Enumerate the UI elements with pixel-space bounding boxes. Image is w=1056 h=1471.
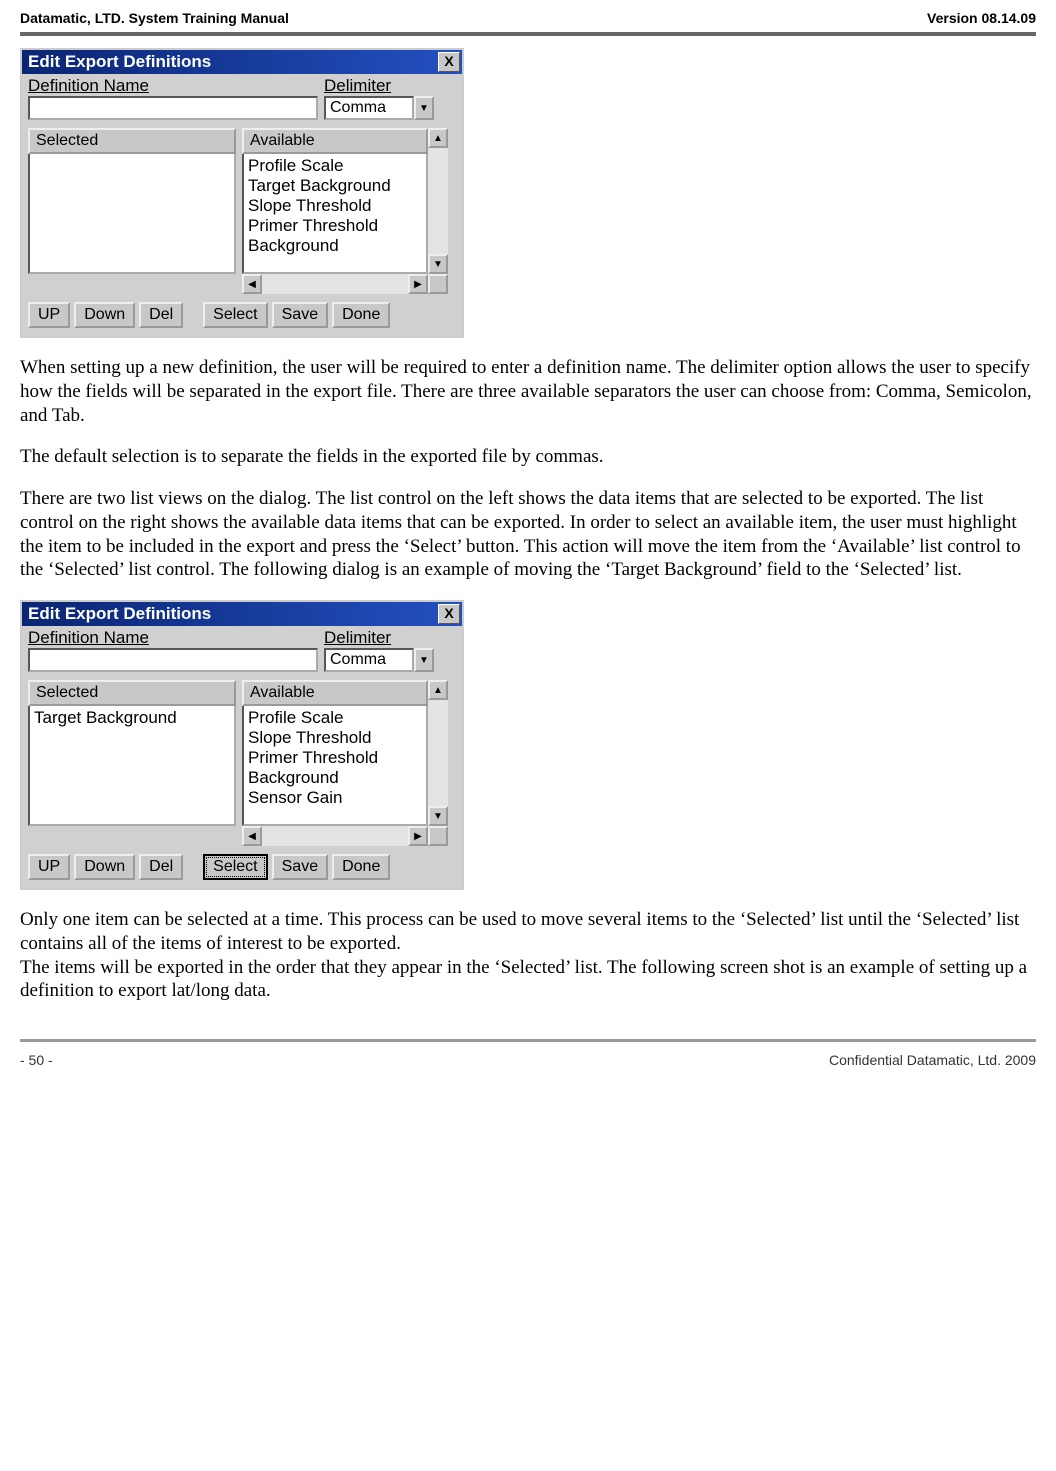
list-item[interactable]: Primer Threshold — [248, 748, 422, 768]
up-button[interactable]: UP — [28, 302, 70, 328]
vertical-scrollbar[interactable]: ▲ ▼ — [428, 128, 448, 274]
close-button[interactable]: X — [438, 604, 460, 624]
header-rule — [20, 32, 1036, 36]
save-button[interactable]: Save — [272, 302, 328, 328]
titlebar: Edit Export Definitions X — [22, 602, 462, 626]
selected-header[interactable]: Selected — [28, 128, 236, 154]
dialog-title: Edit Export Definitions — [28, 604, 211, 624]
horizontal-scrollbar[interactable]: ◀ ▶ — [242, 826, 428, 846]
close-button[interactable]: X — [438, 52, 460, 72]
paragraph: There are two list views on the dialog. … — [20, 487, 1036, 582]
delimiter-combo[interactable]: Comma ▼ — [324, 96, 434, 120]
edit-export-dialog-1: Edit Export Definitions X Definition Nam… — [20, 48, 464, 338]
paragraph: The default selection is to separate the… — [20, 445, 1036, 469]
horizontal-scrollbar[interactable]: ◀ ▶ — [242, 274, 428, 294]
list-item[interactable]: Target Background — [248, 176, 422, 196]
paragraph: The items will be exported in the order … — [20, 956, 1036, 1004]
scroll-corner — [428, 274, 448, 294]
available-header[interactable]: Available — [242, 128, 428, 154]
scroll-track[interactable] — [428, 148, 448, 254]
footer-right: Confidential Datamatic, Ltd. 2009 — [829, 1052, 1036, 1068]
scroll-left-icon[interactable]: ◀ — [242, 826, 262, 846]
scroll-right-icon[interactable]: ▶ — [408, 274, 428, 294]
delimiter-label: Delimiter — [324, 76, 444, 96]
paragraph: When setting up a new definition, the us… — [20, 356, 1036, 427]
scroll-up-icon[interactable]: ▲ — [428, 680, 448, 700]
page-number: - 50 - — [20, 1052, 53, 1068]
select-button[interactable]: Select — [203, 854, 267, 880]
list-item[interactable]: Profile Scale — [248, 156, 422, 176]
list-item[interactable]: Target Background — [34, 708, 230, 728]
scroll-left-icon[interactable]: ◀ — [242, 274, 262, 294]
list-item[interactable]: Slope Threshold — [248, 196, 422, 216]
down-button[interactable]: Down — [74, 854, 135, 880]
selected-header[interactable]: Selected — [28, 680, 236, 706]
dialog-title: Edit Export Definitions — [28, 52, 211, 72]
edit-export-dialog-2: Edit Export Definitions X Definition Nam… — [20, 600, 464, 890]
list-item[interactable]: Profile Scale — [248, 708, 422, 728]
down-button[interactable]: Down — [74, 302, 135, 328]
titlebar: Edit Export Definitions X — [22, 50, 462, 74]
list-item[interactable]: Background — [248, 236, 422, 256]
delimiter-value: Comma — [324, 96, 414, 120]
scroll-track[interactable] — [262, 826, 408, 846]
list-item[interactable]: Primer Threshold — [248, 216, 422, 236]
selected-list[interactable] — [28, 154, 236, 274]
scroll-down-icon[interactable]: ▼ — [428, 806, 448, 826]
delimiter-combo[interactable]: Comma ▼ — [324, 648, 434, 672]
paragraph: Only one item can be selected at a time.… — [20, 908, 1036, 956]
scroll-right-icon[interactable]: ▶ — [408, 826, 428, 846]
done-button[interactable]: Done — [332, 302, 390, 328]
done-button[interactable]: Done — [332, 854, 390, 880]
up-button[interactable]: UP — [28, 854, 70, 880]
delimiter-value: Comma — [324, 648, 414, 672]
del-button[interactable]: Del — [139, 854, 183, 880]
chevron-down-icon[interactable]: ▼ — [414, 648, 434, 672]
definition-name-label: Definition Name — [28, 628, 318, 648]
list-item[interactable]: Slope Threshold — [248, 728, 422, 748]
list-item[interactable]: Sensor Gain — [248, 788, 422, 808]
chevron-down-icon[interactable]: ▼ — [414, 96, 434, 120]
definition-name-label: Definition Name — [28, 76, 318, 96]
definition-name-input[interactable] — [28, 96, 318, 120]
del-button[interactable]: Del — [139, 302, 183, 328]
definition-name-input[interactable] — [28, 648, 318, 672]
doc-header-left: Datamatic, LTD. System Training Manual — [20, 10, 289, 26]
scroll-corner — [428, 826, 448, 846]
delimiter-label: Delimiter — [324, 628, 444, 648]
select-button[interactable]: Select — [203, 302, 267, 328]
scroll-up-icon[interactable]: ▲ — [428, 128, 448, 148]
selected-list[interactable]: Target Background — [28, 706, 236, 826]
scroll-down-icon[interactable]: ▼ — [428, 254, 448, 274]
list-item[interactable]: Background — [248, 768, 422, 788]
doc-header-right: Version 08.14.09 — [927, 10, 1036, 26]
vertical-scrollbar[interactable]: ▲ ▼ — [428, 680, 448, 826]
scroll-track[interactable] — [262, 274, 408, 294]
scroll-track[interactable] — [428, 700, 448, 806]
available-list[interactable]: Profile Scale Slope Threshold Primer Thr… — [242, 706, 428, 826]
available-list[interactable]: Profile Scale Target Background Slope Th… — [242, 154, 428, 274]
available-header[interactable]: Available — [242, 680, 428, 706]
save-button[interactable]: Save — [272, 854, 328, 880]
